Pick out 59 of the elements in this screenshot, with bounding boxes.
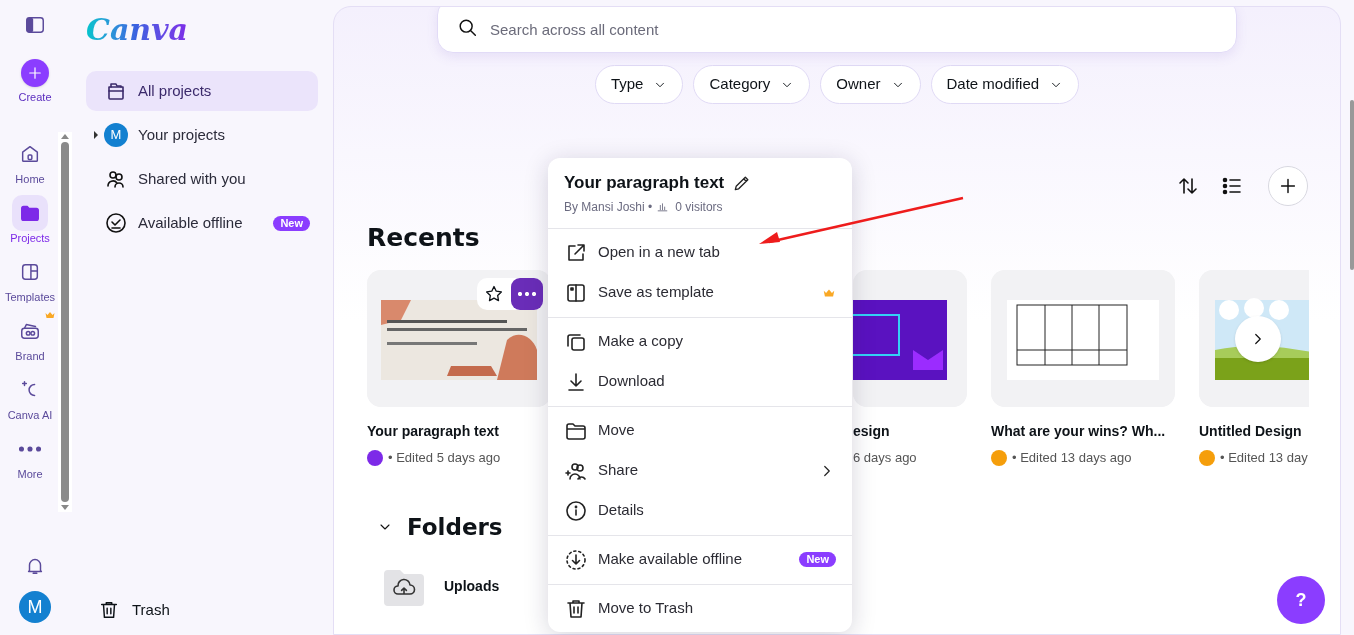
design-title[interactable]: Untitled Design — [1199, 421, 1309, 442]
bar-chart-icon — [656, 200, 670, 213]
offline-download-icon — [564, 547, 588, 572]
owner-text: By Mansi Joshi • — [564, 198, 653, 216]
sidebar-item[interactable]: All projects — [86, 71, 318, 111]
sidebar-item[interactable]: M Your projects — [86, 115, 318, 155]
new-badge: New — [799, 552, 836, 567]
menu-item[interactable]: Share — [548, 450, 852, 491]
scrollbar[interactable] — [1350, 100, 1354, 270]
star-icon — [484, 284, 504, 304]
menu-item[interactable]: Make available offline New — [548, 539, 852, 580]
info-icon — [564, 498, 588, 523]
filter-dropdown[interactable]: Date modified — [930, 65, 1080, 104]
folder-name[interactable]: Uploads — [444, 575, 500, 597]
rail-nav-item[interactable]: More — [2, 430, 58, 481]
menu-item[interactable]: Move — [548, 410, 852, 451]
design-title[interactable]: What are your wins? Wh... — [991, 421, 1175, 442]
design-title[interactable]: Your paragraph text — [367, 421, 551, 442]
menu-item[interactable]: Details — [548, 490, 852, 531]
add-button[interactable] — [1268, 166, 1308, 206]
search-field[interactable]: Search across all content — [437, 7, 1237, 53]
menu-title: Your paragraph text — [564, 172, 725, 194]
edited-time: • Edited 5 days ago — [388, 449, 501, 467]
new-badge: New — [273, 215, 310, 231]
menu-item[interactable]: Open in a new tab — [548, 232, 852, 273]
section-heading: Recents — [367, 222, 480, 254]
create-button[interactable]: Create — [18, 59, 52, 106]
design-title[interactable]: esign — [853, 421, 967, 442]
more-icon — [19, 445, 41, 452]
filter-dropdown[interactable]: Owner — [820, 65, 921, 104]
edited-time: • Edited 13 days ago — [1012, 449, 1132, 467]
sidebar-item[interactable]: Available offline New — [86, 203, 318, 243]
rail-nav-item[interactable]: Templates — [2, 253, 58, 304]
rail-nav-item[interactable]: Canva AI — [2, 371, 58, 422]
trash-button[interactable]: Trash — [98, 598, 318, 621]
menu-item[interactable]: Download — [548, 361, 852, 402]
avatar[interactable]: M — [19, 591, 51, 623]
visitors-text: 0 visitors — [675, 198, 723, 216]
filter-dropdown[interactable]: Type — [594, 65, 684, 104]
scrollbar[interactable] — [58, 131, 72, 512]
expand-caret-icon[interactable] — [94, 131, 98, 139]
sidebar-toggle-icon[interactable] — [24, 14, 46, 36]
offline-check-icon — [104, 211, 128, 235]
more-options-button[interactable] — [511, 278, 543, 310]
menu-item[interactable]: Make a copy — [548, 321, 852, 362]
menu-item[interactable]: Save as template — [548, 272, 852, 313]
more-icon — [518, 292, 536, 296]
menu-item[interactable]: Move to Trash — [548, 588, 852, 629]
edited-time: • Edited 13 day — [1220, 449, 1308, 467]
avatar: M — [104, 123, 128, 147]
rail-nav-item[interactable]: Brand — [2, 312, 58, 363]
folders-toggle[interactable]: Folders — [377, 509, 503, 544]
plus-icon — [26, 64, 44, 82]
sidebar-item[interactable]: Shared with you — [86, 159, 318, 199]
rail-nav-item[interactable]: Home — [2, 135, 58, 186]
filter-dropdown[interactable]: Category — [693, 65, 811, 104]
rail-nav-item[interactable]: Projects — [2, 194, 58, 245]
edited-time: 6 days ago — [853, 449, 917, 467]
search-icon — [457, 17, 479, 39]
